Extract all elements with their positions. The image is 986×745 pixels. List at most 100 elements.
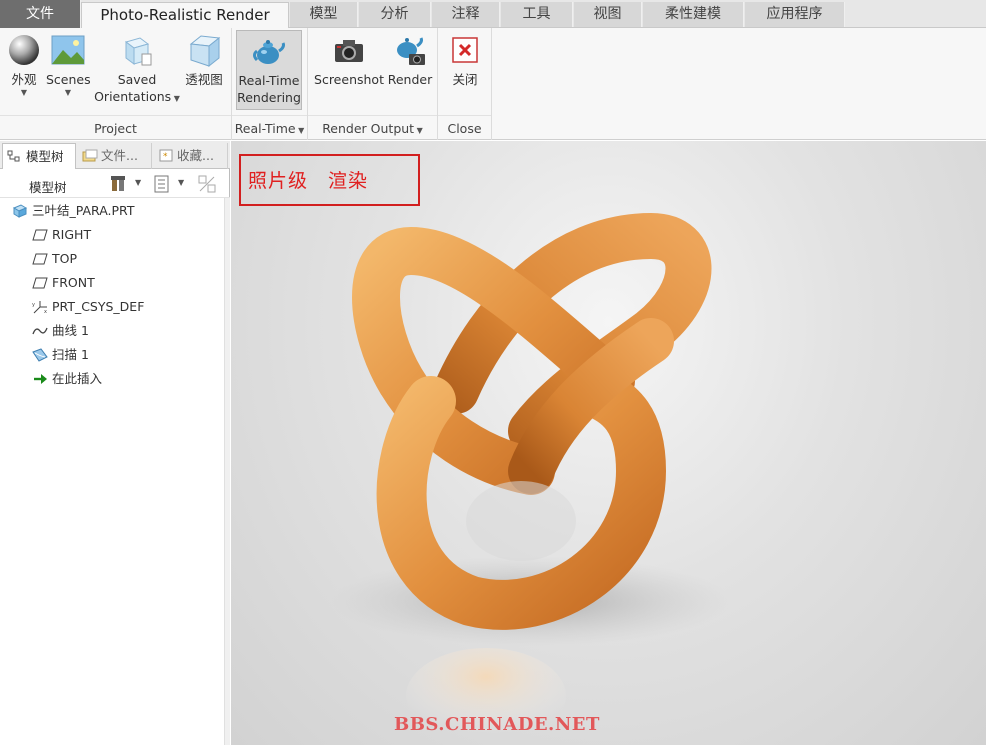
- tree-filter-icon[interactable]: [198, 175, 216, 193]
- datum-plane-icon: [32, 229, 48, 241]
- tree-settings-tools-icon[interactable]: [110, 175, 128, 193]
- favorites-icon: *: [159, 149, 173, 162]
- screenshot-button[interactable]: Screenshot: [314, 32, 384, 88]
- curve-icon: [32, 327, 48, 335]
- tree-item-label: FRONT: [52, 275, 95, 290]
- render-teapot-camera-icon: [397, 37, 425, 65]
- tree-item-label: TOP: [52, 251, 78, 266]
- tree-item-label: 曲线 1: [52, 323, 89, 338]
- saved-orientations-cube-icon: [124, 37, 152, 66]
- appearance-sphere-icon: [9, 35, 39, 65]
- coordinate-system-icon: yx: [32, 301, 47, 314]
- tab-photo-realistic-render[interactable]: Photo-Realistic Render: [81, 2, 289, 29]
- tree-item-csys[interactable]: y x PRT_CSYS_DEF: [32, 297, 144, 317]
- insert-here-arrow-icon: [34, 374, 47, 384]
- close-button[interactable]: 关闭: [444, 32, 486, 88]
- tree-columns-dropdown-icon[interactable]: ▼: [178, 178, 184, 187]
- tree-scrollbar[interactable]: [224, 198, 230, 745]
- real-time-label-2: Rendering: [237, 90, 301, 105]
- appearance-dropdown-icon[interactable]: ▼: [4, 88, 44, 98]
- tree-settings-dropdown-icon[interactable]: ▼: [135, 178, 141, 187]
- teapot-icon: [253, 40, 285, 64]
- svg-text:y: y: [32, 302, 35, 308]
- group-label-project: Project: [94, 121, 137, 136]
- trefoil-knot-render: [331, 212, 731, 744]
- tree-item-part[interactable]: 三叶结_PARA.PRT: [12, 201, 134, 221]
- datum-plane-icon: [32, 277, 48, 289]
- panel-tabs: 模型树 文件... * 收藏...: [0, 141, 230, 169]
- annotation-box: 照片级 渲染: [239, 154, 420, 206]
- scenes-dropdown-icon[interactable]: ▼: [46, 88, 90, 98]
- scenes-landscape-icon: [51, 35, 85, 65]
- real-time-label-1: Real-Time: [238, 73, 300, 88]
- group-real-time: Real-Time Rendering Real-Time ▼: [232, 28, 308, 140]
- group-close: 关闭 Close: [438, 28, 492, 140]
- group-separator: [438, 115, 491, 116]
- tab-annotate[interactable]: 注释: [432, 2, 500, 27]
- close-label: 关闭: [452, 72, 478, 87]
- tab-flexible-modeling[interactable]: 柔性建模: [643, 2, 744, 27]
- tree-item-label: 扫描 1: [52, 347, 89, 362]
- watermark: BBS.CHINADE.NET: [394, 714, 600, 735]
- perspective-label: 透视图: [185, 72, 223, 87]
- saved-orientations-label-1: Saved: [117, 72, 157, 87]
- screenshot-label: Screenshot: [314, 72, 384, 87]
- ribbon: 外观 ▼ Scenes ▼ Saved Orientations ▼ 透视图 P…: [0, 28, 986, 140]
- graphics-viewport[interactable]: 照片级 渲染 BBS.CHINADE.NET: [231, 141, 986, 745]
- ribbon-tab-bar: 文件 Photo-Realistic Render 模型 分析 注释 工具 视图…: [0, 0, 986, 29]
- tab-applications[interactable]: 应用程序: [745, 2, 845, 27]
- perspective-view-icon: [189, 35, 221, 68]
- render-button[interactable]: Render: [386, 32, 434, 88]
- scenes-label: Scenes: [46, 72, 91, 87]
- scenes-button[interactable]: Scenes ▼: [46, 32, 91, 98]
- tab-favorites[interactable]: * 收藏...: [154, 143, 228, 169]
- camera-icon: [335, 40, 363, 62]
- close-x-icon: [452, 37, 478, 63]
- render-label: Render: [387, 72, 433, 87]
- group-label-real-time[interactable]: Real-Time ▼: [232, 121, 307, 136]
- folder-icon: [82, 149, 98, 162]
- group-separator: [308, 115, 437, 116]
- real-time-rendering-button[interactable]: Real-Time Rendering: [236, 30, 302, 110]
- tab-files-label: 文件...: [101, 148, 138, 163]
- model-tree-icon: [7, 150, 20, 162]
- saved-orientations-dropdown-icon[interactable]: ▼: [171, 94, 180, 103]
- tab-analysis[interactable]: 分析: [359, 2, 431, 27]
- tab-files[interactable]: 文件...: [78, 143, 152, 169]
- knot-inner-hole: [466, 481, 576, 561]
- render-output-group-dropdown-icon[interactable]: ▼: [414, 126, 423, 135]
- tab-favorites-label: 收藏...: [177, 148, 214, 163]
- tree-item-label: 在此插入: [52, 371, 103, 386]
- tree-item-sweep[interactable]: 扫描 1: [32, 345, 89, 365]
- annotation-text: 照片级 渲染: [248, 170, 369, 192]
- svg-text:*: *: [163, 152, 168, 162]
- group-separator: [0, 115, 231, 116]
- appearance-button[interactable]: 外观 ▼: [4, 32, 44, 98]
- appearance-label: 外观: [11, 72, 37, 87]
- tree-item-insert-here[interactable]: 在此插入: [32, 369, 102, 389]
- tree-toolbar: 模型树 ▼ ▼: [0, 170, 230, 198]
- tree-item-curve[interactable]: 曲线 1: [32, 321, 89, 341]
- group-separator: [232, 115, 307, 116]
- group-label-real-time-text: Real-Time: [234, 121, 296, 136]
- tab-model[interactable]: 模型: [290, 2, 358, 27]
- tab-view[interactable]: 视图: [574, 2, 642, 27]
- tab-file[interactable]: 文件: [0, 0, 81, 28]
- tree-item-right[interactable]: RIGHT: [32, 225, 91, 245]
- tree-item-top[interactable]: TOP: [32, 249, 77, 269]
- saved-orientations-button[interactable]: Saved Orientations ▼: [94, 32, 180, 107]
- tab-tools[interactable]: 工具: [501, 2, 573, 27]
- perspective-button[interactable]: 透视图: [184, 32, 224, 88]
- group-project: 外观 ▼ Scenes ▼ Saved Orientations ▼ 透视图 P…: [0, 28, 232, 140]
- tab-model-tree[interactable]: 模型树: [2, 143, 76, 169]
- real-time-group-dropdown-icon[interactable]: ▼: [296, 126, 304, 135]
- tree-item-label: RIGHT: [52, 227, 92, 242]
- tree-item-label: PRT_CSYS_DEF: [52, 299, 145, 314]
- tree-columns-icon[interactable]: [153, 175, 171, 193]
- tree-item-label: 三叶结_PARA.PRT: [32, 203, 135, 218]
- datum-plane-icon: [32, 253, 48, 265]
- svg-text:x: x: [44, 309, 47, 314]
- tree-title: 模型树: [29, 180, 67, 195]
- group-label-render-output[interactable]: Render Output ▼: [308, 121, 437, 136]
- tree-item-front[interactable]: FRONT: [32, 273, 95, 293]
